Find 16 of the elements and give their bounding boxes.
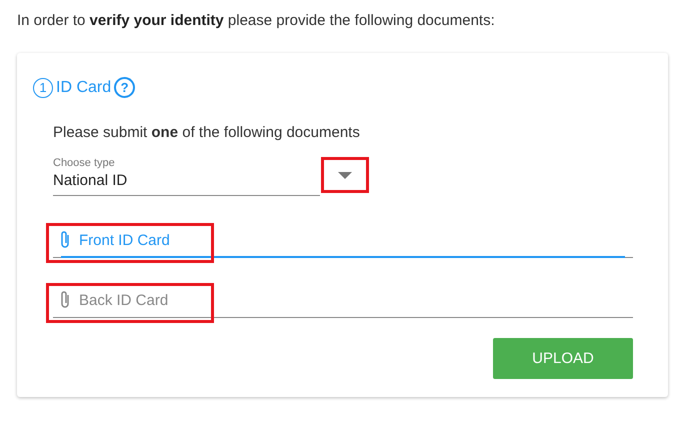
instruction-text: Please submit one of the following documents — [53, 124, 361, 141]
step-number: 1 — [33, 78, 53, 98]
file-field[interactable]: Front ID Card — [53, 230, 633, 258]
file-field[interactable]: Back ID Card — [53, 290, 633, 318]
paperclip-icon — [59, 230, 71, 250]
card-title: ID Card — [56, 78, 112, 96]
intro-text: In order to verify your identity please provide the following documents: — [17, 12, 496, 29]
select-label: Choose type — [53, 157, 116, 169]
file-label: Front ID Card — [79, 232, 170, 248]
file-label: Back ID Card — [79, 292, 168, 308]
upload-button[interactable]: UPLOAD — [493, 338, 633, 379]
dropdown-arrow-icon[interactable] — [338, 172, 352, 178]
type-select[interactable]: Choose type National ID — [53, 157, 320, 196]
help-icon[interactable]: ? — [114, 77, 136, 98]
select-value: National ID — [53, 172, 128, 189]
paperclip-icon — [59, 290, 71, 310]
